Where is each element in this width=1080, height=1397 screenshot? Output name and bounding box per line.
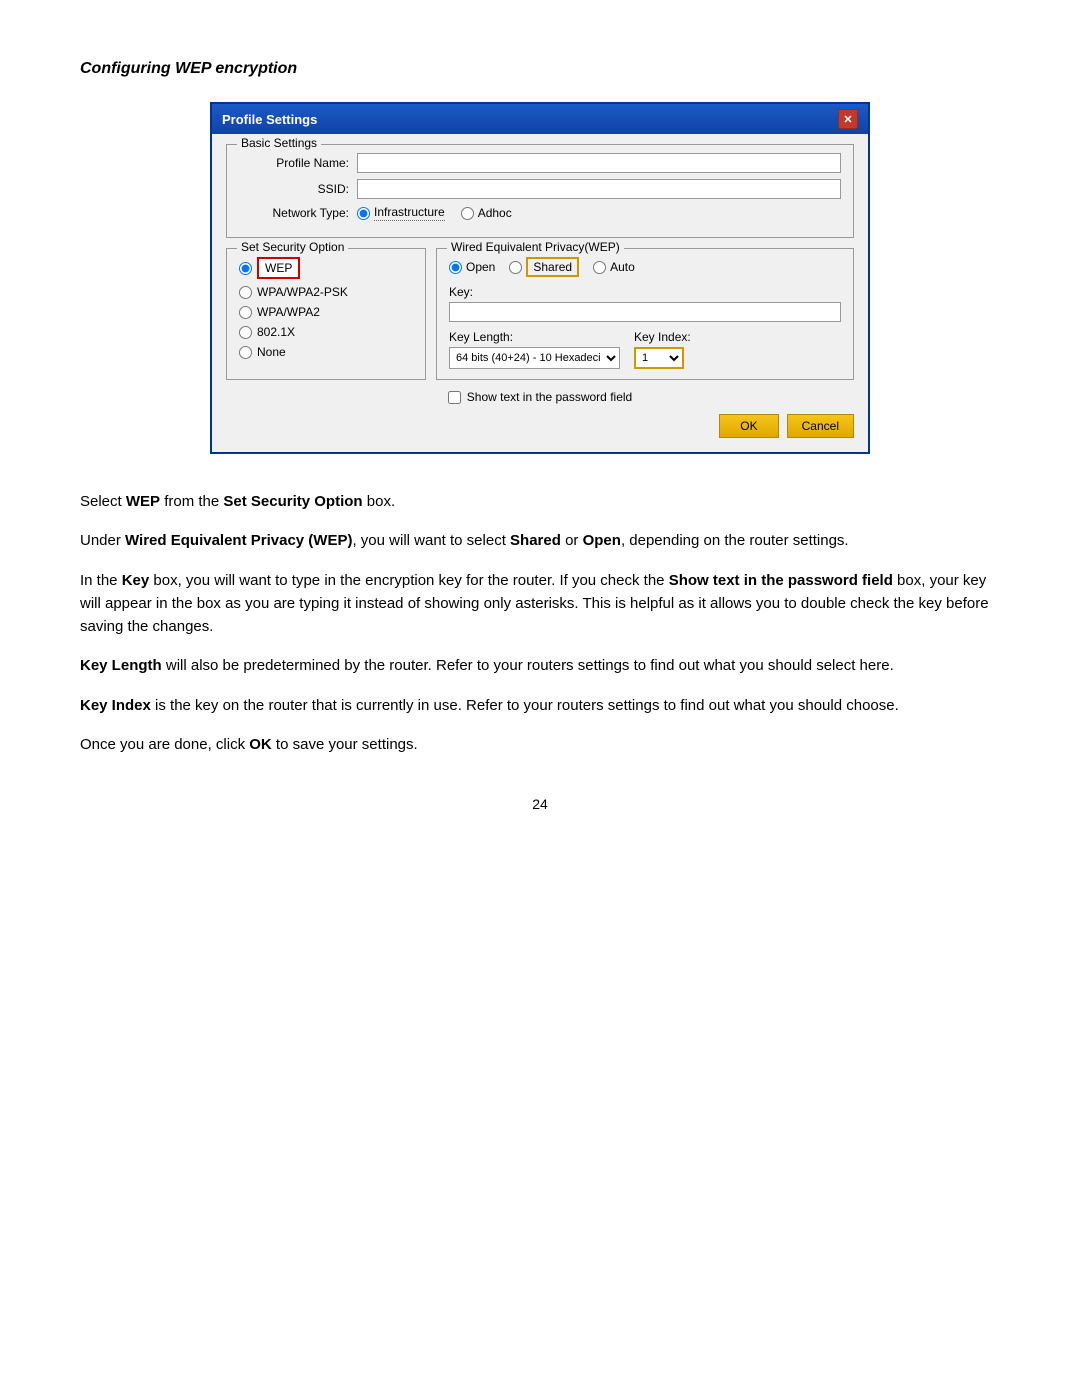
dialog-wrapper: Profile Settings ✕ Basic Settings Profil… xyxy=(80,102,1000,454)
key-length-label: Key Length: xyxy=(449,330,620,344)
8021x-option[interactable]: 802.1X xyxy=(239,325,413,339)
key-index-col: Key Index: 1 xyxy=(634,330,691,369)
shared-mode-option[interactable]: Shared xyxy=(509,257,579,277)
show-text-label: Show text in the password field xyxy=(467,390,632,404)
none-label: None xyxy=(257,345,286,359)
wep-option[interactable]: WEP xyxy=(239,257,413,279)
auto-mode-option[interactable]: Auto xyxy=(593,260,635,274)
page-number: 24 xyxy=(80,796,1000,812)
wpa-psk-option[interactable]: WPA/WPA2-PSK xyxy=(239,285,413,299)
set-security-strong: Set Security Option xyxy=(223,493,362,510)
show-text-strong: Show text in the password field xyxy=(669,572,893,589)
auto-mode-radio[interactable] xyxy=(593,261,606,274)
8021x-radio[interactable] xyxy=(239,326,252,339)
wep-settings-label: Wired Equivalent Privacy(WEP) xyxy=(447,240,624,254)
profile-name-input[interactable] xyxy=(357,153,841,173)
open-mode-radio[interactable] xyxy=(449,261,462,274)
key-input[interactable] xyxy=(449,302,841,322)
key-index-strong: Key Index xyxy=(80,697,151,714)
paragraph-4: Key Length will also be predetermined by… xyxy=(80,654,1000,677)
infrastructure-radio[interactable] xyxy=(357,207,370,220)
ok-button[interactable]: OK xyxy=(719,414,778,438)
key-length-col: Key Length: 64 bits (40+24) - 10 Hexadec… xyxy=(449,330,620,369)
dialog-titlebar: Profile Settings ✕ xyxy=(212,104,868,134)
ssid-label: SSID: xyxy=(239,182,349,196)
wpa-option[interactable]: WPA/WPA2 xyxy=(239,305,413,319)
show-text-checkbox[interactable] xyxy=(448,391,461,404)
paragraph-1: Select WEP from the Set Security Option … xyxy=(80,490,1000,513)
wep-label: WEP xyxy=(257,257,300,279)
key-length-select[interactable]: 64 bits (40+24) - 10 Hexadeci xyxy=(449,347,620,369)
set-security-group: Set Security Option WEP WPA/WPA2-PSK WPA… xyxy=(226,248,426,380)
wpa-psk-radio[interactable] xyxy=(239,286,252,299)
wep-mode-row: Open Shared Auto xyxy=(449,257,841,277)
infrastructure-option[interactable]: Infrastructure xyxy=(357,205,445,221)
wpa-psk-label: WPA/WPA2-PSK xyxy=(257,285,348,299)
show-text-row: Show text in the password field xyxy=(226,390,854,404)
none-option[interactable]: None xyxy=(239,345,413,359)
wep-strong: WEP xyxy=(126,493,160,510)
network-type-radio-group: Infrastructure Adhoc xyxy=(357,205,512,221)
wpa-label: WPA/WPA2 xyxy=(257,305,320,319)
key-index-select[interactable]: 1 xyxy=(634,347,684,369)
set-security-label: Set Security Option xyxy=(237,240,348,254)
dialog-body: Basic Settings Profile Name: SSID: Netwo… xyxy=(212,134,868,452)
open-mode-label: Open xyxy=(466,260,495,274)
paragraph-6: Once you are done, click OK to save your… xyxy=(80,733,1000,756)
paragraph-2: Under Wired Equivalent Privacy (WEP), yo… xyxy=(80,529,1000,552)
wep-radio[interactable] xyxy=(239,262,252,275)
ssid-row: SSID: xyxy=(239,179,841,199)
basic-settings-label: Basic Settings xyxy=(237,136,321,150)
profile-name-row: Profile Name: xyxy=(239,153,841,173)
open-mode-option[interactable]: Open xyxy=(449,260,495,274)
ssid-input[interactable] xyxy=(357,179,841,199)
open-strong: Open xyxy=(583,532,621,549)
shared-strong: Shared xyxy=(510,532,561,549)
auto-mode-label: Auto xyxy=(610,260,635,274)
body-text: Select WEP from the Set Security Option … xyxy=(80,490,1000,756)
adhoc-radio[interactable] xyxy=(461,207,474,220)
shared-mode-label: Shared xyxy=(526,257,579,277)
button-row: OK Cancel xyxy=(226,414,854,438)
close-button[interactable]: ✕ xyxy=(838,109,858,129)
none-radio[interactable] xyxy=(239,346,252,359)
profile-name-label: Profile Name: xyxy=(239,156,349,170)
adhoc-label: Adhoc xyxy=(478,206,512,220)
key-length-strong: Key Length xyxy=(80,657,162,674)
cancel-button[interactable]: Cancel xyxy=(787,414,854,438)
network-type-label: Network Type: xyxy=(239,206,349,220)
dialog-title: Profile Settings xyxy=(222,112,317,127)
page-heading: Configuring WEP encryption xyxy=(80,60,1000,78)
infrastructure-label: Infrastructure xyxy=(374,205,445,221)
key-length-index-row: Key Length: 64 bits (40+24) - 10 Hexadec… xyxy=(449,330,841,369)
network-type-row: Network Type: Infrastructure Adhoc xyxy=(239,205,841,221)
adhoc-option[interactable]: Adhoc xyxy=(461,206,512,220)
key-strong: Key xyxy=(122,572,150,589)
ok-strong: OK xyxy=(249,736,272,753)
paragraph-5: Key Index is the key on the router that … xyxy=(80,694,1000,717)
profile-settings-dialog: Profile Settings ✕ Basic Settings Profil… xyxy=(210,102,870,454)
paragraph-3: In the Key box, you will want to type in… xyxy=(80,569,1000,639)
wep-settings-group: Wired Equivalent Privacy(WEP) Open Share… xyxy=(436,248,854,380)
shared-mode-radio[interactable] xyxy=(509,261,522,274)
key-index-label: Key Index: xyxy=(634,330,691,344)
wep-full-strong: Wired Equivalent Privacy (WEP) xyxy=(125,532,352,549)
key-label: Key: xyxy=(449,285,841,299)
security-section: Set Security Option WEP WPA/WPA2-PSK WPA… xyxy=(226,248,854,380)
basic-settings-group: Basic Settings Profile Name: SSID: Netwo… xyxy=(226,144,854,238)
8021x-label: 802.1X xyxy=(257,325,295,339)
wpa-radio[interactable] xyxy=(239,306,252,319)
